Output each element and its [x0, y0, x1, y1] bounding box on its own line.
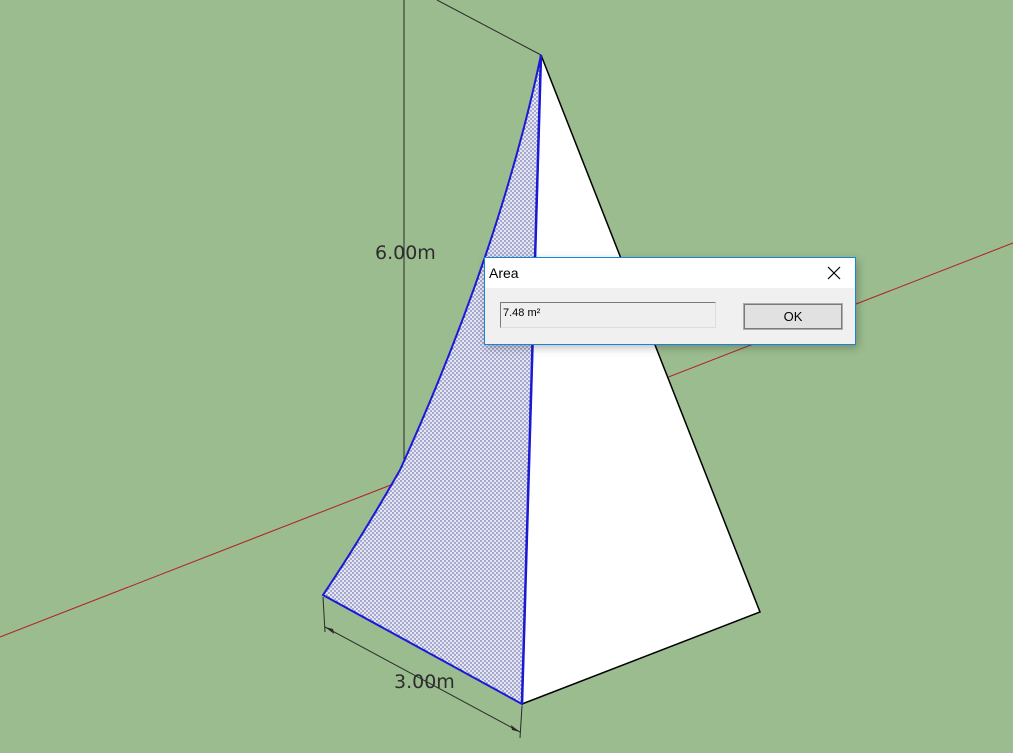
dialog-title: Area — [489, 265, 519, 281]
hidden-edge — [436, 0, 542, 56]
width-dimension-extension-right — [519, 705, 523, 739]
width-dimension-extension-left — [322, 596, 326, 633]
area-dialog: Area 7.48 m² OK — [484, 257, 856, 345]
pyramid-selected-face[interactable] — [321, 54, 542, 706]
model-canvas[interactable] — [0, 0, 1013, 753]
close-button[interactable] — [813, 258, 855, 287]
modeling-viewport[interactable]: 6.00m 3.00m — [0, 0, 1013, 753]
area-value-field[interactable]: 7.48 m² — [500, 302, 716, 328]
dialog-titlebar[interactable]: Area — [485, 258, 855, 288]
width-dimension-arrow-left — [325, 627, 334, 634]
width-dimension-label: 3.00m — [394, 671, 455, 693]
ok-button[interactable]: OK — [743, 303, 843, 330]
close-icon — [827, 266, 841, 279]
height-dimension-label: 6.00m — [375, 242, 436, 264]
pyramid-right-face[interactable] — [521, 54, 761, 706]
